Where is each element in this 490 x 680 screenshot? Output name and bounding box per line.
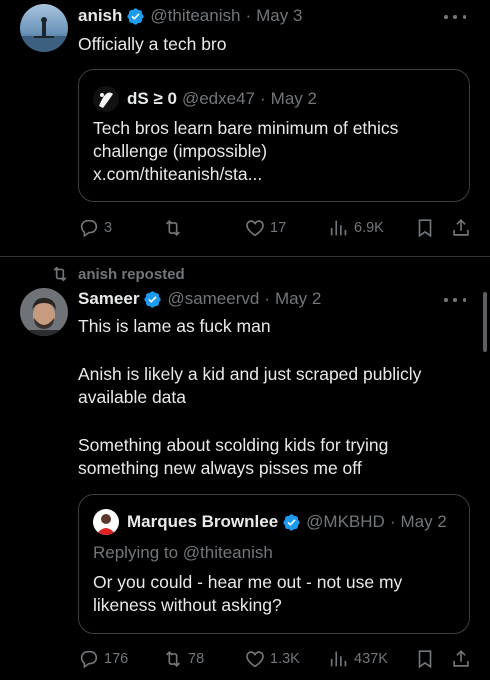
quoted-text-line: likeness without asking? bbox=[93, 595, 282, 615]
action-bar: 176 78 1.3K 437K bbox=[78, 648, 474, 674]
post-date[interactable]: May 2 bbox=[275, 289, 321, 309]
quoted-avatar bbox=[93, 86, 119, 112]
avatar[interactable] bbox=[20, 4, 68, 52]
more-icon[interactable] bbox=[444, 291, 466, 309]
quoted-text: Or you could - hear me out - not use my … bbox=[93, 571, 463, 617]
author-handle[interactable]: @thiteanish bbox=[150, 6, 240, 26]
repost-button[interactable] bbox=[162, 217, 188, 239]
verified-badge-icon bbox=[127, 7, 145, 25]
author-handle[interactable]: @sameervd bbox=[167, 289, 259, 309]
quoted-text-line: challenge (impossible) bbox=[93, 141, 268, 161]
quoted-text-line: Or you could - hear me out - not use my bbox=[93, 572, 403, 592]
repost-icon bbox=[165, 219, 181, 237]
share-icon bbox=[453, 650, 469, 667]
views-button[interactable]: 6.9K bbox=[328, 217, 384, 239]
reply-button[interactable]: 3 bbox=[78, 217, 112, 239]
share-button[interactable] bbox=[450, 648, 476, 670]
like-count: 17 bbox=[270, 220, 287, 236]
post-text-line: available data bbox=[78, 387, 186, 407]
quoted-author-handle: @edxe47 bbox=[181, 89, 255, 108]
quoted-avatar bbox=[93, 509, 119, 535]
bookmark-button[interactable] bbox=[414, 217, 440, 239]
post-text-line: something new always pisses me off bbox=[78, 458, 362, 478]
post-text-line: Something about scolding kids for trying bbox=[78, 435, 389, 455]
post-text: Officially a tech bro bbox=[78, 34, 227, 54]
quoted-text: Tech bros learn bare minimum of ethics c… bbox=[93, 117, 463, 186]
share-button[interactable] bbox=[450, 217, 476, 239]
repost-banner[interactable]: anish reposted bbox=[50, 264, 185, 284]
separator: · bbox=[245, 6, 252, 25]
author-name[interactable]: anish bbox=[78, 6, 122, 26]
quoted-link[interactable]: x.com/thiteanish/sta... bbox=[93, 163, 463, 186]
verified-badge-icon bbox=[144, 290, 162, 308]
repost-icon bbox=[53, 266, 67, 282]
reply-icon bbox=[80, 219, 98, 238]
avatar[interactable] bbox=[20, 288, 68, 336]
bookmark-icon bbox=[418, 650, 432, 669]
views-button[interactable]: 437K bbox=[328, 648, 388, 670]
verified-badge-icon bbox=[283, 513, 300, 531]
quoted-date: May 2 bbox=[400, 512, 447, 531]
reply-button[interactable]: 176 bbox=[78, 648, 128, 670]
bookmark-icon bbox=[418, 219, 432, 238]
quoted-text-line: Tech bros learn bare minimum of ethics bbox=[93, 118, 399, 138]
quoted-author-handle: @MKBHD bbox=[306, 512, 385, 531]
author-name[interactable]: Sameer bbox=[78, 289, 139, 309]
repost-icon bbox=[165, 650, 181, 668]
repost-button[interactable]: 78 bbox=[162, 648, 204, 670]
replying-to[interactable]: Replying to @thiteanish bbox=[93, 543, 273, 563]
bookmark-button[interactable] bbox=[414, 648, 440, 670]
like-button[interactable]: 17 bbox=[244, 217, 286, 239]
scrollbar[interactable] bbox=[483, 292, 487, 352]
reply-count: 176 bbox=[104, 651, 129, 667]
post-text: This is lame as fuck man Anish is likely… bbox=[78, 315, 468, 480]
post-text-line: Anish is likely a kid and just scraped p… bbox=[78, 364, 422, 384]
like-button[interactable]: 1.3K bbox=[244, 648, 300, 670]
quoted-post[interactable]: dS ≥ 0 @edxe47 · May 2 Tech bros learn b… bbox=[78, 69, 470, 202]
post-sameer[interactable]: Sameer @sameervd · May 2 This is lame as… bbox=[0, 286, 490, 680]
view-count: 437K bbox=[354, 651, 388, 667]
view-count: 6.9K bbox=[354, 220, 384, 236]
share-icon bbox=[453, 219, 469, 236]
repost-banner-text: anish reposted bbox=[78, 265, 185, 283]
separator: · bbox=[389, 512, 396, 531]
separator: · bbox=[260, 89, 266, 108]
more-icon[interactable] bbox=[444, 8, 466, 26]
post-date[interactable]: May 3 bbox=[256, 6, 302, 26]
post-divider bbox=[0, 256, 490, 257]
like-icon bbox=[246, 651, 264, 668]
repost-count: 78 bbox=[188, 651, 205, 667]
views-icon bbox=[330, 651, 347, 667]
quoted-date: May 2 bbox=[270, 89, 317, 108]
like-icon bbox=[246, 220, 264, 237]
reply-count: 3 bbox=[104, 220, 113, 236]
quoted-author-name: Marques Brownlee bbox=[127, 512, 279, 531]
post-text-line: This is lame as fuck man bbox=[78, 316, 271, 336]
quoted-post[interactable]: Marques Brownlee @MKBHD · May 2 Replying… bbox=[78, 494, 470, 634]
action-bar: 3 17 6.9K bbox=[78, 217, 474, 243]
views-icon bbox=[330, 220, 347, 236]
like-count: 1.3K bbox=[270, 651, 300, 667]
post-anish[interactable]: anish @thiteanish · May 3 Officially a t… bbox=[0, 0, 490, 256]
separator: · bbox=[264, 289, 271, 308]
quoted-author-name: dS ≥ 0 bbox=[127, 89, 177, 108]
reply-icon bbox=[80, 650, 98, 669]
